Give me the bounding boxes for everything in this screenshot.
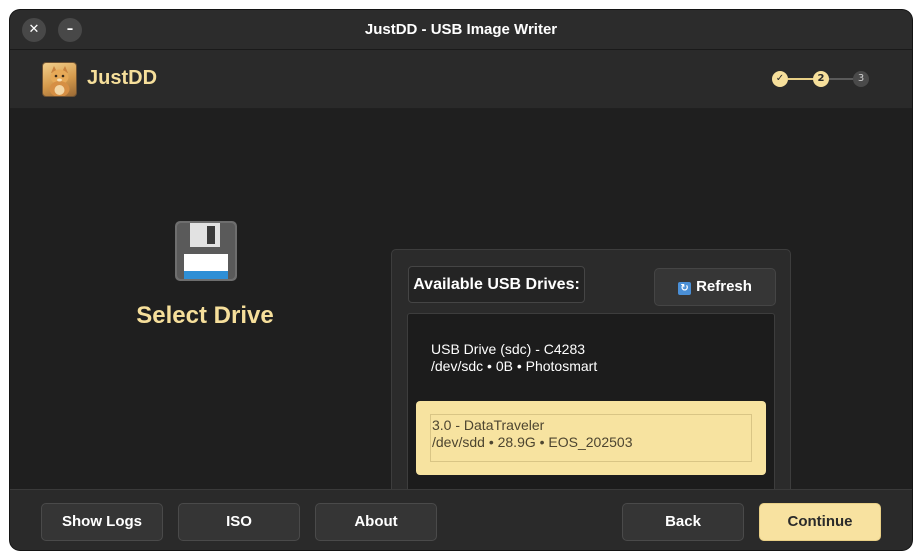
drive-name: USB Drive (sdc) - C4283 [431, 341, 586, 357]
window-title: JustDD - USB Image Writer [364, 21, 558, 38]
drive-item-content: USB Drive (sdc) - C4283 /dev/sdc • 0B • … [430, 339, 752, 387]
available-drives-label: Available USB Drives: [408, 266, 585, 303]
drive-details: /dev/sdc • 0B • Photosmart [431, 358, 598, 374]
refresh-button-label: Refresh [696, 278, 752, 295]
drive-item-sdd[interactable]: 3.0 - DataTraveler /dev/sdd • 28.9G • EO… [416, 401, 766, 475]
continue-button[interactable]: Continue [759, 503, 881, 541]
drive-list[interactable]: USB Drive (sdc) - C4283 /dev/sdc • 0B • … [407, 313, 775, 513]
show-logs-button[interactable]: Show Logs [41, 503, 163, 541]
page-title: Select Drive [136, 302, 274, 329]
refresh-icon: ↻ [678, 282, 692, 295]
main-content: Select Drive Available USB Drives: ↻ Refr… [10, 109, 912, 529]
drive-item-sdc[interactable]: USB Drive (sdc) - C4283 /dev/sdc • 0B • … [416, 326, 766, 400]
drive-name: 3.0 - DataTraveler [432, 417, 545, 433]
about-button[interactable]: About [315, 503, 437, 541]
step-1-done-icon: ✓ [772, 71, 788, 87]
floppy-disk-icon [174, 220, 238, 287]
drive-item-content: 3.0 - DataTraveler /dev/sdd • 28.9G • EO… [430, 414, 752, 462]
drive-details: /dev/sdd • 28.9G • EOS_202503 [432, 434, 633, 450]
app-name: JustDD [87, 67, 158, 89]
title-bar: ✕ – JustDD - USB Image Writer [10, 10, 912, 50]
step-indicator: ✓ 2 3 [772, 70, 872, 88]
step-2-current: 2 [813, 71, 829, 87]
back-button[interactable]: Back [622, 503, 744, 541]
cat-logo-icon [42, 62, 77, 97]
refresh-button[interactable]: ↻ Refresh [654, 268, 776, 306]
drive-panel: Available USB Drives: ↻ Refresh USB Drive… [391, 249, 791, 529]
app-window: ✕ – JustDD - USB Image Writer JustDD ✓ 2… [10, 10, 912, 550]
footer-bar: Show Logs ISO About Back Continue [10, 489, 912, 550]
iso-button[interactable]: ISO [178, 503, 300, 541]
app-header: JustDD ✓ 2 3 [10, 50, 912, 109]
step-3-upcoming: 3 [853, 71, 869, 87]
